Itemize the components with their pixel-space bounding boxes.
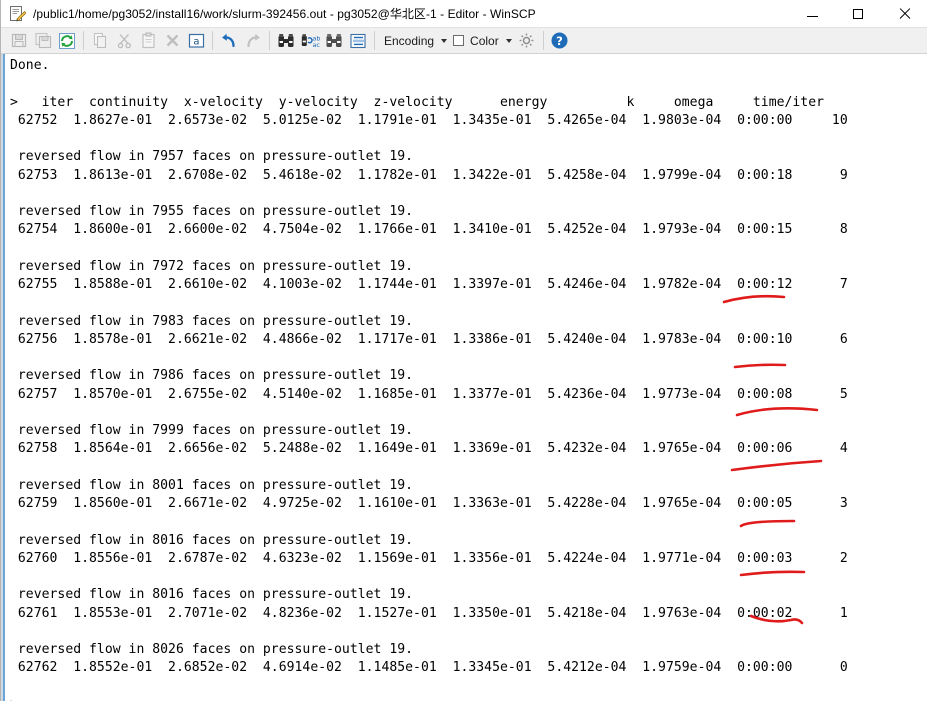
redo-button[interactable] — [241, 29, 265, 52]
reload-button[interactable] — [55, 29, 79, 52]
minimize-icon — [806, 16, 818, 17]
find-again-button[interactable] — [322, 29, 346, 52]
chevron-down-icon — [505, 38, 512, 43]
x-cross-icon — [166, 34, 178, 47]
encoding-label: Encoding — [384, 33, 435, 48]
redo-arrow-icon — [247, 33, 260, 47]
replace-abac-icon: ab ac — [301, 33, 320, 49]
floppy-disk-icon — [11, 33, 26, 48]
gear-icon — [519, 33, 534, 48]
minimize-button[interactable] — [789, 0, 835, 27]
go-to-line-button[interactable] — [346, 29, 370, 52]
copy-floppy-icon — [34, 32, 51, 49]
copy-button[interactable] — [88, 29, 112, 52]
editor-left-accent-bar — [3, 54, 5, 701]
log-content[interactable]: Done. > iter continuity x-velocity y-vel… — [1, 54, 927, 701]
refresh-arrows-icon — [59, 32, 75, 49]
window-controls — [789, 0, 927, 27]
chevron-down-icon — [441, 38, 448, 43]
close-button[interactable] — [881, 0, 927, 27]
toolbar: a ab ac Encoding Color ? — [1, 27, 927, 54]
title-bar: /public1/home/pg3052/install16/work/slur… — [1, 0, 927, 27]
toolbar-separator — [269, 31, 270, 50]
toolbar-separator — [542, 31, 544, 50]
editor-document-pencil-icon — [9, 5, 27, 22]
binoculars-icon — [278, 33, 294, 47]
undo-arrow-icon — [222, 33, 235, 47]
maximize-icon — [853, 8, 863, 19]
scissors-icon — [117, 34, 131, 49]
help-button[interactable]: ? — [548, 29, 572, 52]
question-mark-help-icon: ? — [551, 32, 568, 49]
color-label: Color — [470, 33, 499, 48]
replace-button[interactable]: ab ac — [298, 29, 322, 52]
letter-a-box-icon: a — [188, 33, 204, 48]
save-as-button[interactable] — [31, 29, 55, 52]
copy-page-icon — [93, 32, 106, 49]
color-swatch-icon — [453, 35, 465, 46]
find-button[interactable] — [274, 29, 298, 52]
delete-button[interactable] — [160, 29, 184, 52]
window-title: /public1/home/pg3052/install16/work/slur… — [33, 7, 536, 21]
toolbar-separator — [83, 31, 84, 50]
toolbar-separator — [374, 31, 375, 50]
goto-line-icon — [350, 33, 366, 48]
save-button[interactable] — [7, 29, 31, 52]
undo-button[interactable] — [217, 29, 241, 52]
svg-text:?: ? — [556, 34, 563, 48]
paste-button[interactable] — [136, 29, 160, 52]
close-icon — [899, 8, 910, 19]
winscp-editor-window: /public1/home/pg3052/install16/work/slur… — [0, 0, 927, 701]
svg-text:ac: ac — [312, 41, 320, 49]
select-all-button[interactable]: a — [184, 29, 208, 52]
editor-text-area[interactable]: Done. > iter continuity x-velocity y-vel… — [1, 54, 927, 701]
preferences-button[interactable] — [515, 29, 539, 52]
color-dropdown[interactable]: Color — [450, 29, 515, 52]
clipboard-icon — [141, 32, 155, 49]
encoding-dropdown[interactable]: Encoding — [379, 29, 450, 52]
binoculars-again-icon — [326, 33, 342, 47]
svg-text:a: a — [193, 36, 199, 47]
maximize-button[interactable] — [835, 0, 881, 27]
toolbar-separator — [212, 31, 213, 50]
cut-button[interactable] — [112, 29, 136, 52]
